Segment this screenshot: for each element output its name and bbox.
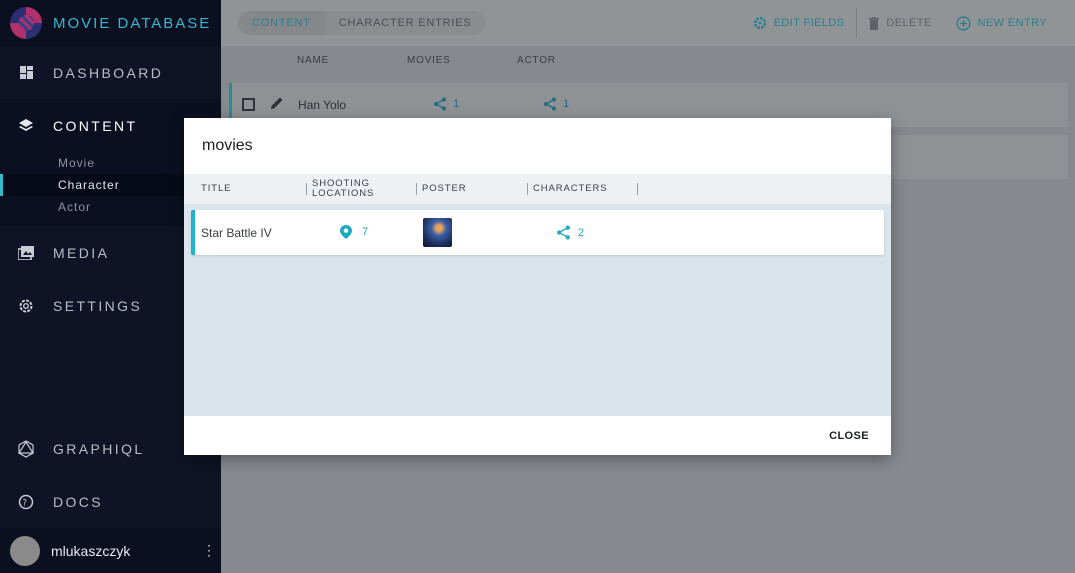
username: mlukaszczyk <box>51 542 131 559</box>
nav-label-dashboard: DASHBOARD <box>53 64 164 81</box>
edit-fields-button[interactable]: EDIT FIELDS <box>741 8 857 38</box>
column-separator <box>637 183 638 195</box>
more-vert-icon[interactable]: ⋮ <box>197 542 221 559</box>
table-row[interactable]: Star Battle IV 7 2 <box>191 210 884 255</box>
breadcrumb-character-entries[interactable]: CHARACTER ENTRIES <box>324 11 486 35</box>
row-title: Star Battle IV <box>201 226 272 240</box>
row-movies-link[interactable]: 1 <box>433 97 459 111</box>
dashboard-icon <box>17 64 35 82</box>
share-icon <box>434 97 446 111</box>
new-entry-button[interactable]: NEW ENTRY <box>944 8 1059 38</box>
dialog-footer: CLOSE <box>184 416 891 455</box>
shooting-locations-link[interactable]: 7 <box>340 225 368 239</box>
nav-label-graphiql: GRAPHIQL <box>53 440 145 457</box>
app-title: MOVIE DATABASE <box>53 14 212 32</box>
column-header-shooting-locations[interactable]: SHOOTING LOCATIONS <box>312 179 392 199</box>
media-icon <box>17 244 35 262</box>
user-row: mlukaszczyk ⋮ <box>0 528 221 573</box>
column-header-title[interactable]: TITLE <box>201 184 231 194</box>
close-button[interactable]: CLOSE <box>829 430 869 442</box>
trash-icon <box>869 16 880 30</box>
svg-text:?: ? <box>22 498 29 508</box>
add-circle-icon <box>956 15 971 31</box>
graphql-icon <box>17 439 35 458</box>
nav-item-dashboard[interactable]: DASHBOARD <box>0 46 221 99</box>
column-separator <box>416 183 417 195</box>
row-movies-count: 1 <box>453 98 460 110</box>
edit-fields-label: EDIT FIELDS <box>773 17 845 29</box>
help-icon: ? <box>17 493 35 511</box>
shooting-locations-count: 7 <box>362 226 369 238</box>
breadcrumb-content[interactable]: CONTENT <box>238 11 325 35</box>
poster-thumbnail[interactable] <box>423 218 452 247</box>
share-icon <box>557 225 570 240</box>
row-actor-count: 1 <box>563 98 570 110</box>
delete-label: DELETE <box>886 17 932 29</box>
app-logo <box>10 7 42 39</box>
logo-row[interactable]: MOVIE DATABASE <box>0 0 221 46</box>
characters-link[interactable]: 2 <box>556 225 584 240</box>
layers-icon <box>17 117 35 135</box>
column-header-name[interactable]: NAME <box>297 55 407 66</box>
movies-dialog: movies TITLE SHOOTING LOCATIONS POSTER C… <box>184 118 891 455</box>
column-separator <box>527 183 528 195</box>
column-separator <box>306 183 307 195</box>
nav-item-docs[interactable]: ? DOCS <box>0 475 221 528</box>
nav-label-content: CONTENT <box>53 117 138 134</box>
characters-count: 2 <box>578 226 585 239</box>
topbar: CONTENT CHARACTER ENTRIES EDIT FIELDS DE… <box>221 0 1075 46</box>
nav-label-media: MEDIA <box>53 244 110 261</box>
avatar[interactable] <box>10 535 40 566</box>
dialog-table-header: TITLE SHOOTING LOCATIONS POSTER CHARACTE… <box>184 174 891 204</box>
column-header-actor[interactable]: ACTOR <box>517 55 627 66</box>
share-icon <box>544 97 556 111</box>
column-header-characters[interactable]: CHARACTERS <box>533 184 607 194</box>
dialog-title: movies <box>184 118 891 174</box>
row-actor-link[interactable]: 1 <box>543 97 569 111</box>
row-checkbox[interactable] <box>242 98 255 111</box>
nav-label-docs: DOCS <box>53 493 104 510</box>
row-name: Han Yolo <box>298 98 347 112</box>
top-actions: EDIT FIELDS DELETE NEW ENTRY <box>741 8 1075 38</box>
gear-icon <box>753 16 767 30</box>
column-header-movies[interactable]: MOVIES <box>407 55 517 66</box>
new-entry-label: NEW ENTRY <box>977 17 1047 29</box>
location-pin-icon <box>340 225 352 239</box>
column-header-poster[interactable]: POSTER <box>422 184 466 194</box>
nav-label-settings: SETTINGS <box>53 297 143 314</box>
gear-icon <box>17 297 35 315</box>
table-header: NAME MOVIES ACTOR <box>221 46 1075 74</box>
delete-button[interactable]: DELETE <box>856 8 943 38</box>
edit-icon[interactable] <box>270 96 284 115</box>
